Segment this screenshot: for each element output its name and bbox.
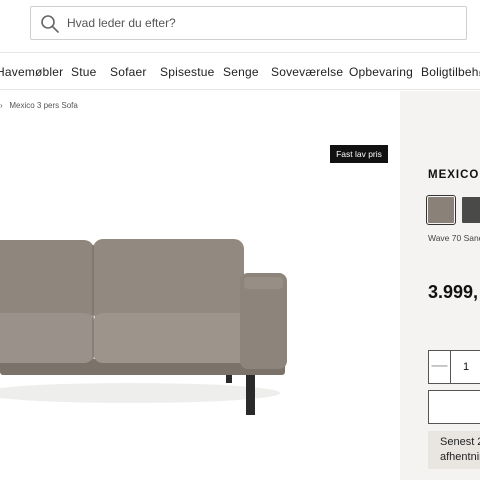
nav-item-stue[interactable]: Stue [71,65,97,79]
delivery-notice: Senest 2 afhentning [428,431,480,469]
breadcrumb-current[interactable]: Mexico 3 pers Sofa [9,101,77,110]
quantity-value[interactable]: 1 [451,351,480,383]
product-title: MEXICO 3 [428,169,480,181]
breadcrumb-separator: › [0,101,3,110]
swatch-label: Wave 70 Sand [428,233,480,243]
main-navigation: Havemøbler Stue Sofaer Spisestue Senge S… [0,52,480,90]
nav-item-boligtilbehor[interactable]: Boligtilbehør [421,65,480,79]
quantity-minus-button[interactable]: — [429,351,451,383]
quantity-stepper[interactable]: — 1 [428,350,480,384]
search-icon[interactable] [40,14,60,34]
product-info-panel: MEXICO 3 Wave 70 Sand 3.999, — 1 Senest … [400,91,480,480]
delivery-notice-line1: Senest 2 [440,436,480,448]
product-image-sofa[interactable] [0,231,300,421]
search-input[interactable] [67,11,457,35]
delivery-notice-line2: afhentning [440,451,480,463]
product-gallery: › Mexico 3 pers Sofa Fast lav pris [0,91,400,480]
product-price: 3.999, [428,282,479,302]
nav-item-spisestue[interactable]: Spisestue [160,65,215,79]
color-swatch-sand[interactable] [426,195,456,225]
header [0,0,480,52]
search-bar[interactable] [30,6,467,40]
breadcrumb: › Mexico 3 pers Sofa [0,101,78,110]
price-badge: Fast lav pris [330,145,388,163]
color-swatch-dark[interactable] [462,197,480,223]
nav-item-senge[interactable]: Senge [223,65,259,79]
nav-item-opbevaring[interactable]: Opbevaring [349,65,413,79]
nav-item-sofaer[interactable]: Sofaer [110,65,147,79]
add-to-cart-button[interactable] [428,390,480,424]
nav-item-havemobler[interactable]: Havemøbler [0,65,63,79]
nav-item-sovevaerelse[interactable]: Soveværelse [271,65,343,79]
